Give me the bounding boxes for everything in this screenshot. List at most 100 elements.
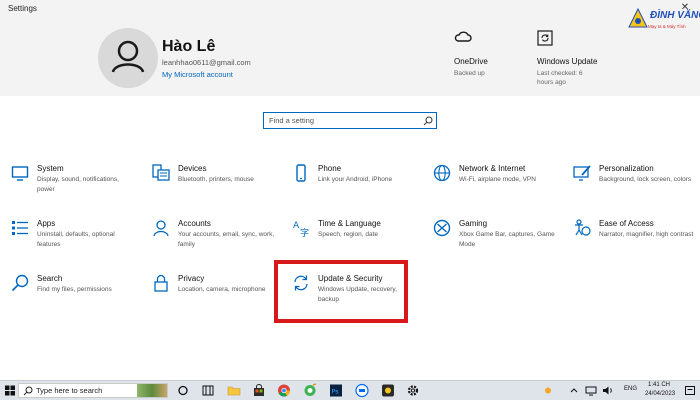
user-email: leanhhao0611@gmail.com xyxy=(162,58,251,67)
category-network[interactable]: Network & Internet Wi-Fi, airplane mode,… xyxy=(433,164,553,204)
task-view-button[interactable] xyxy=(200,383,216,398)
category-system[interactable]: System Display, sound, notifications, po… xyxy=(11,164,131,204)
category-title: System xyxy=(37,164,64,173)
chat-icon xyxy=(355,383,369,398)
weather-icon xyxy=(545,387,551,394)
category-title: Search xyxy=(37,274,63,283)
category-description: Xbox Game Bar, captures, Game Mode xyxy=(459,231,555,248)
windows-update-title: Windows Update xyxy=(537,57,598,66)
microsoft-account-link[interactable]: My Microsoft account xyxy=(162,70,233,79)
gear-icon xyxy=(407,385,419,396)
svg-text:Ps: Ps xyxy=(332,388,340,396)
globe-icon xyxy=(433,164,451,182)
app-button[interactable] xyxy=(380,383,396,398)
category-description: Display, sound, notifications, power xyxy=(37,176,119,193)
search-icon xyxy=(11,274,29,292)
window-title: Settings xyxy=(8,4,37,13)
category-accounts[interactable]: Accounts Your accounts, email, sync, wor… xyxy=(152,219,274,259)
settings-taskbar-button[interactable] xyxy=(405,383,421,398)
paintbrush-icon xyxy=(573,165,591,181)
photoshop-button[interactable]: Ps xyxy=(328,383,344,398)
watermark-logo: ĐÌNH VĂNG Mạy ta & Máy Tính xyxy=(628,6,700,34)
notification-icon xyxy=(685,386,695,395)
apps-list-icon xyxy=(12,221,28,235)
person-icon xyxy=(111,40,145,73)
weather-button[interactable] xyxy=(540,383,556,398)
watermark-subtext: Mạy ta & Máy Tính xyxy=(648,24,686,29)
onedrive-tile[interactable]: OneDrive Backed up xyxy=(454,30,534,90)
xbox-icon xyxy=(433,219,451,237)
category-title: Privacy xyxy=(178,274,205,283)
taskbar: Type here to search Ps ENG 1:41 CH 24/04… xyxy=(0,380,700,400)
settings-search-input[interactable]: Find a setting xyxy=(263,112,437,129)
zalo-button[interactable] xyxy=(354,383,370,398)
svg-text:A: A xyxy=(293,221,300,231)
lock-icon xyxy=(154,274,168,292)
category-description: Location, camera, microphone xyxy=(178,286,266,293)
file-explorer-button[interactable] xyxy=(226,383,242,398)
onedrive-title: OneDrive xyxy=(454,57,488,66)
category-devices[interactable]: Devices Bluetooth, printers, mouse xyxy=(152,164,272,204)
task-view-icon xyxy=(202,385,214,396)
category-privacy[interactable]: Privacy Location, camera, microphone xyxy=(152,274,272,314)
watermark-text: ĐÌNH VĂNG xyxy=(650,10,700,21)
category-description: Uninstall, defaults, optional features xyxy=(37,231,115,248)
category-description: Narrator, magnifier, high contrast xyxy=(599,231,694,238)
chrome-icon xyxy=(278,384,290,397)
clock-time[interactable]: 1:41 CH xyxy=(648,382,670,388)
category-title: Apps xyxy=(37,219,56,228)
cloud-icon xyxy=(454,31,472,42)
phone-icon xyxy=(296,164,306,182)
category-phone[interactable]: Phone Link your Android, iPhone xyxy=(292,164,412,204)
folder-icon xyxy=(227,386,241,396)
start-button[interactable] xyxy=(2,383,18,398)
category-title: Phone xyxy=(318,164,342,173)
store-bag-icon xyxy=(254,384,264,396)
language-icon: A字 xyxy=(293,221,309,237)
coccoc-button[interactable] xyxy=(302,383,318,398)
keyboard-icon xyxy=(152,164,170,181)
volume-tray-button[interactable] xyxy=(600,383,616,398)
taskbar-search-input[interactable]: Type here to search xyxy=(18,383,168,398)
clock-date[interactable]: 24/04/2023 xyxy=(645,391,675,397)
highlight-box xyxy=(274,260,408,323)
circle-icon xyxy=(178,385,188,396)
category-title: Personalization xyxy=(599,164,654,173)
avatar[interactable] xyxy=(98,28,158,88)
category-title: Accounts xyxy=(178,219,211,228)
onedrive-status: Backed up xyxy=(454,70,485,77)
search-icon xyxy=(23,386,33,396)
category-description: Wi-Fi, airplane mode, VPN xyxy=(459,176,536,183)
category-title: Gaming xyxy=(459,219,488,228)
notifications-button[interactable] xyxy=(682,383,698,398)
category-title: Time & Language xyxy=(318,219,381,228)
show-hidden-icons-button[interactable] xyxy=(566,383,582,398)
category-description: Find my files, permissions xyxy=(37,286,112,293)
category-apps[interactable]: Apps Uninstall, defaults, optional featu… xyxy=(11,219,131,259)
category-title: Network & Internet xyxy=(459,164,526,173)
language-indicator[interactable]: ENG xyxy=(624,386,637,392)
speaker-icon xyxy=(603,386,612,395)
category-time-language[interactable]: A字 Time & Language Speech, region, date xyxy=(292,219,412,259)
cortana-button[interactable] xyxy=(175,383,191,398)
monitor-icon xyxy=(11,166,29,181)
category-title: Devices xyxy=(178,164,207,173)
search-icon xyxy=(423,116,433,126)
person-icon xyxy=(153,220,169,237)
app-icon xyxy=(382,384,394,397)
category-description: Speech, region, date xyxy=(318,231,378,238)
windows-update-tile[interactable]: Windows Update Last checked: 6 hours ago xyxy=(537,30,617,90)
store-button[interactable] xyxy=(251,383,267,398)
chrome-button[interactable] xyxy=(276,383,292,398)
category-gaming[interactable]: Gaming Xbox Game Bar, captures, Game Mod… xyxy=(433,219,555,259)
network-tray-button[interactable] xyxy=(583,383,599,398)
category-title: Ease of Access xyxy=(599,219,654,228)
category-description: Link your Android, iPhone xyxy=(318,176,393,183)
windows-logo-icon xyxy=(5,385,15,396)
category-ease-of-access[interactable]: Ease of Access Narrator, magnifier, high… xyxy=(573,219,693,259)
category-personalization[interactable]: Personalization Background, lock screen,… xyxy=(573,164,693,204)
logo-mark-icon xyxy=(628,8,648,28)
photoshop-icon: Ps xyxy=(330,384,342,397)
category-search[interactable]: Search Find my files, permissions xyxy=(11,274,131,314)
search-placeholder: Find a setting xyxy=(269,116,315,125)
